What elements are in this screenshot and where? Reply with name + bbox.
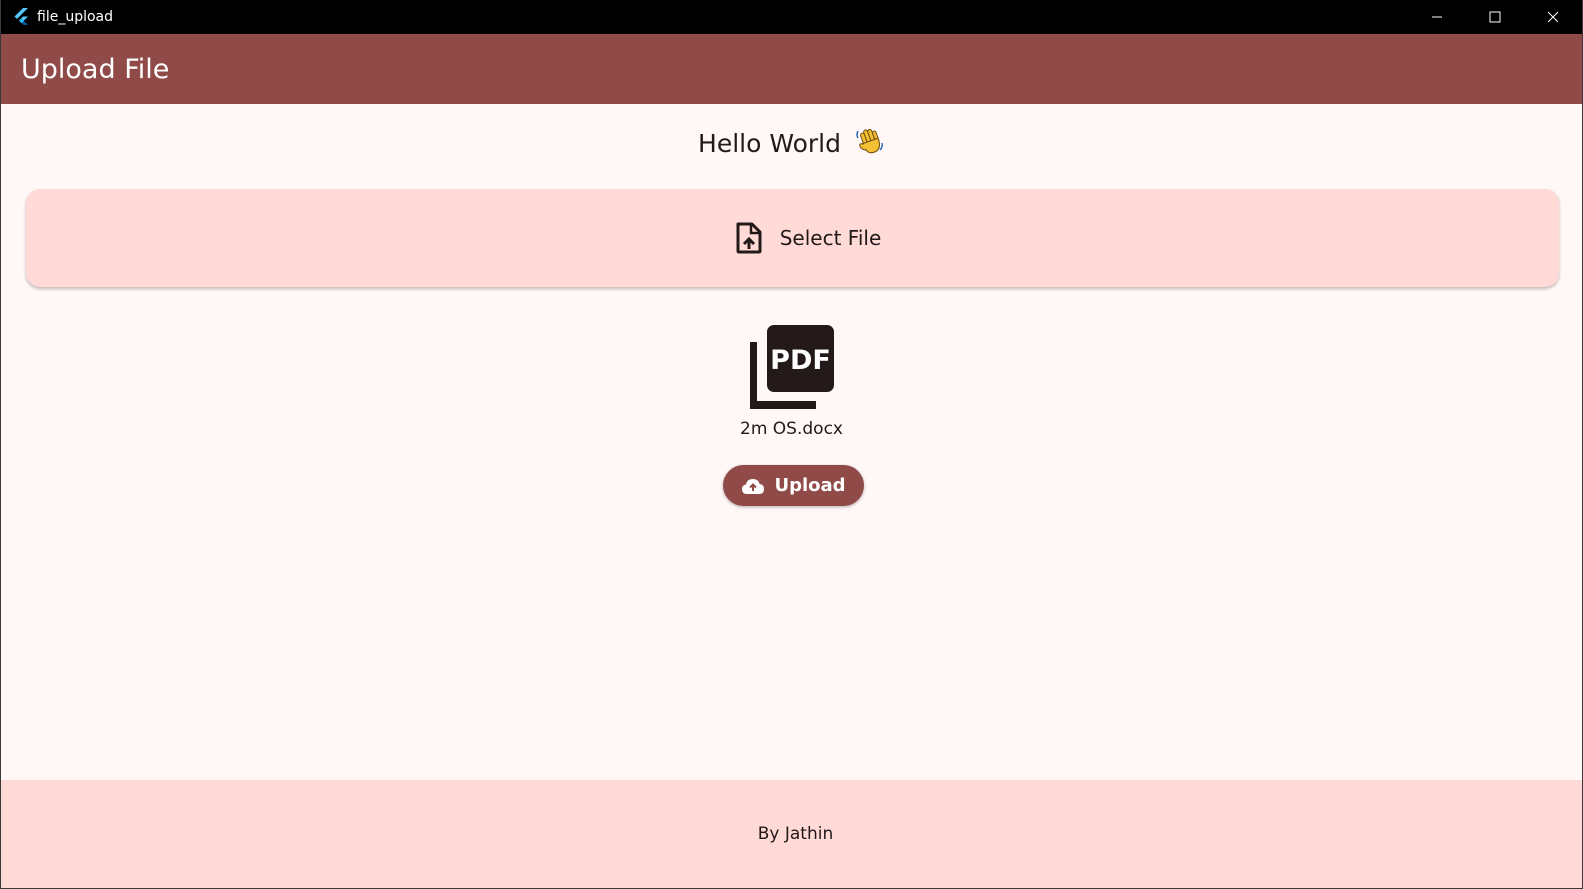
upload-button[interactable]: Upload bbox=[723, 465, 864, 506]
selected-file-name: 2m OS.docx bbox=[740, 419, 843, 439]
close-icon bbox=[1547, 11, 1559, 23]
upload-button-label: Upload bbox=[774, 475, 846, 496]
select-file-button[interactable]: Select File bbox=[26, 189, 1559, 287]
maximize-icon bbox=[1489, 11, 1501, 23]
greeting: Hello World bbox=[1, 126, 1582, 162]
file-upload-icon bbox=[734, 221, 764, 255]
footer: By Jathin bbox=[1, 780, 1582, 888]
main-content: Hello World Select File PDF 2m OS.docx U… bbox=[1, 104, 1582, 780]
window-controls bbox=[1408, 0, 1582, 34]
window-title-bar[interactable]: file_upload bbox=[1, 0, 1582, 34]
maximize-button[interactable] bbox=[1466, 0, 1524, 34]
select-file-label: Select File bbox=[779, 226, 882, 250]
close-button[interactable] bbox=[1524, 0, 1582, 34]
svg-text:PDF: PDF bbox=[770, 345, 831, 376]
footer-credit: By Jathin bbox=[757, 824, 834, 844]
app-bar: Upload File bbox=[1, 34, 1582, 104]
greeting-text: Hello World bbox=[698, 129, 841, 158]
waving-hand-icon bbox=[855, 126, 885, 162]
flutter-logo-icon bbox=[11, 7, 31, 27]
app-window: file_upload Upload File Hello World Sele… bbox=[0, 0, 1583, 889]
minimize-button[interactable] bbox=[1408, 0, 1466, 34]
minimize-icon bbox=[1432, 16, 1442, 18]
page-title: Upload File bbox=[21, 53, 170, 85]
picture-as-pdf-icon: PDF bbox=[749, 323, 836, 409]
window-title: file_upload bbox=[37, 9, 114, 25]
cloud-upload-icon bbox=[741, 477, 765, 495]
